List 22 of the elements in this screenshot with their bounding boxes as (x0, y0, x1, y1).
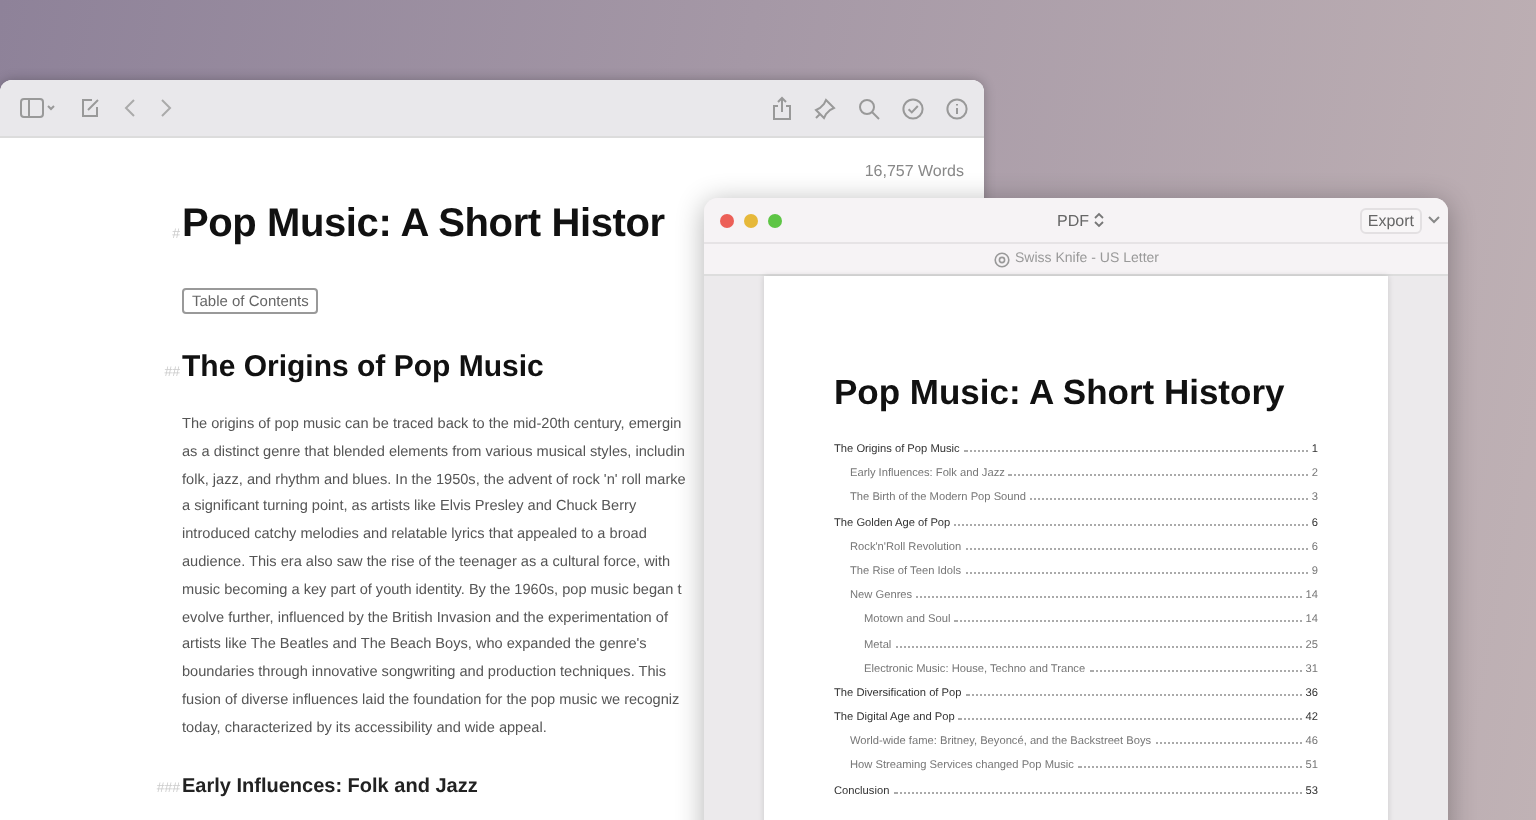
close-button[interactable] (720, 213, 734, 227)
section-heading: The Origins of Pop Music (182, 350, 544, 384)
share-icon[interactable] (772, 96, 792, 120)
export-button[interactable]: Export (1260, 207, 1440, 233)
gear-icon (993, 251, 1010, 267)
document-title: Pop Music: A Short Histor (182, 202, 665, 246)
search-icon[interactable] (858, 97, 880, 119)
checkmark-circle-icon[interactable] (902, 97, 924, 119)
back-icon[interactable] (124, 98, 136, 118)
pin-icon[interactable] (814, 97, 836, 119)
chevron-down-icon (1428, 216, 1440, 224)
format-menu[interactable]: PDF (1057, 211, 1103, 229)
minimize-button[interactable] (744, 213, 758, 227)
page-title: Pop Music: A Short History (834, 372, 1287, 414)
sidebar-icon[interactable] (20, 98, 56, 118)
forward-icon[interactable] (160, 98, 172, 118)
zoom-button[interactable] (768, 213, 782, 227)
updown-chevron-icon (1093, 212, 1103, 228)
compose-icon[interactable] (80, 98, 100, 118)
word-count: 16,757 Words (864, 162, 964, 180)
info-icon[interactable] (946, 97, 968, 119)
subsection-heading: Early Influences: Folk and Jazz (182, 775, 478, 798)
